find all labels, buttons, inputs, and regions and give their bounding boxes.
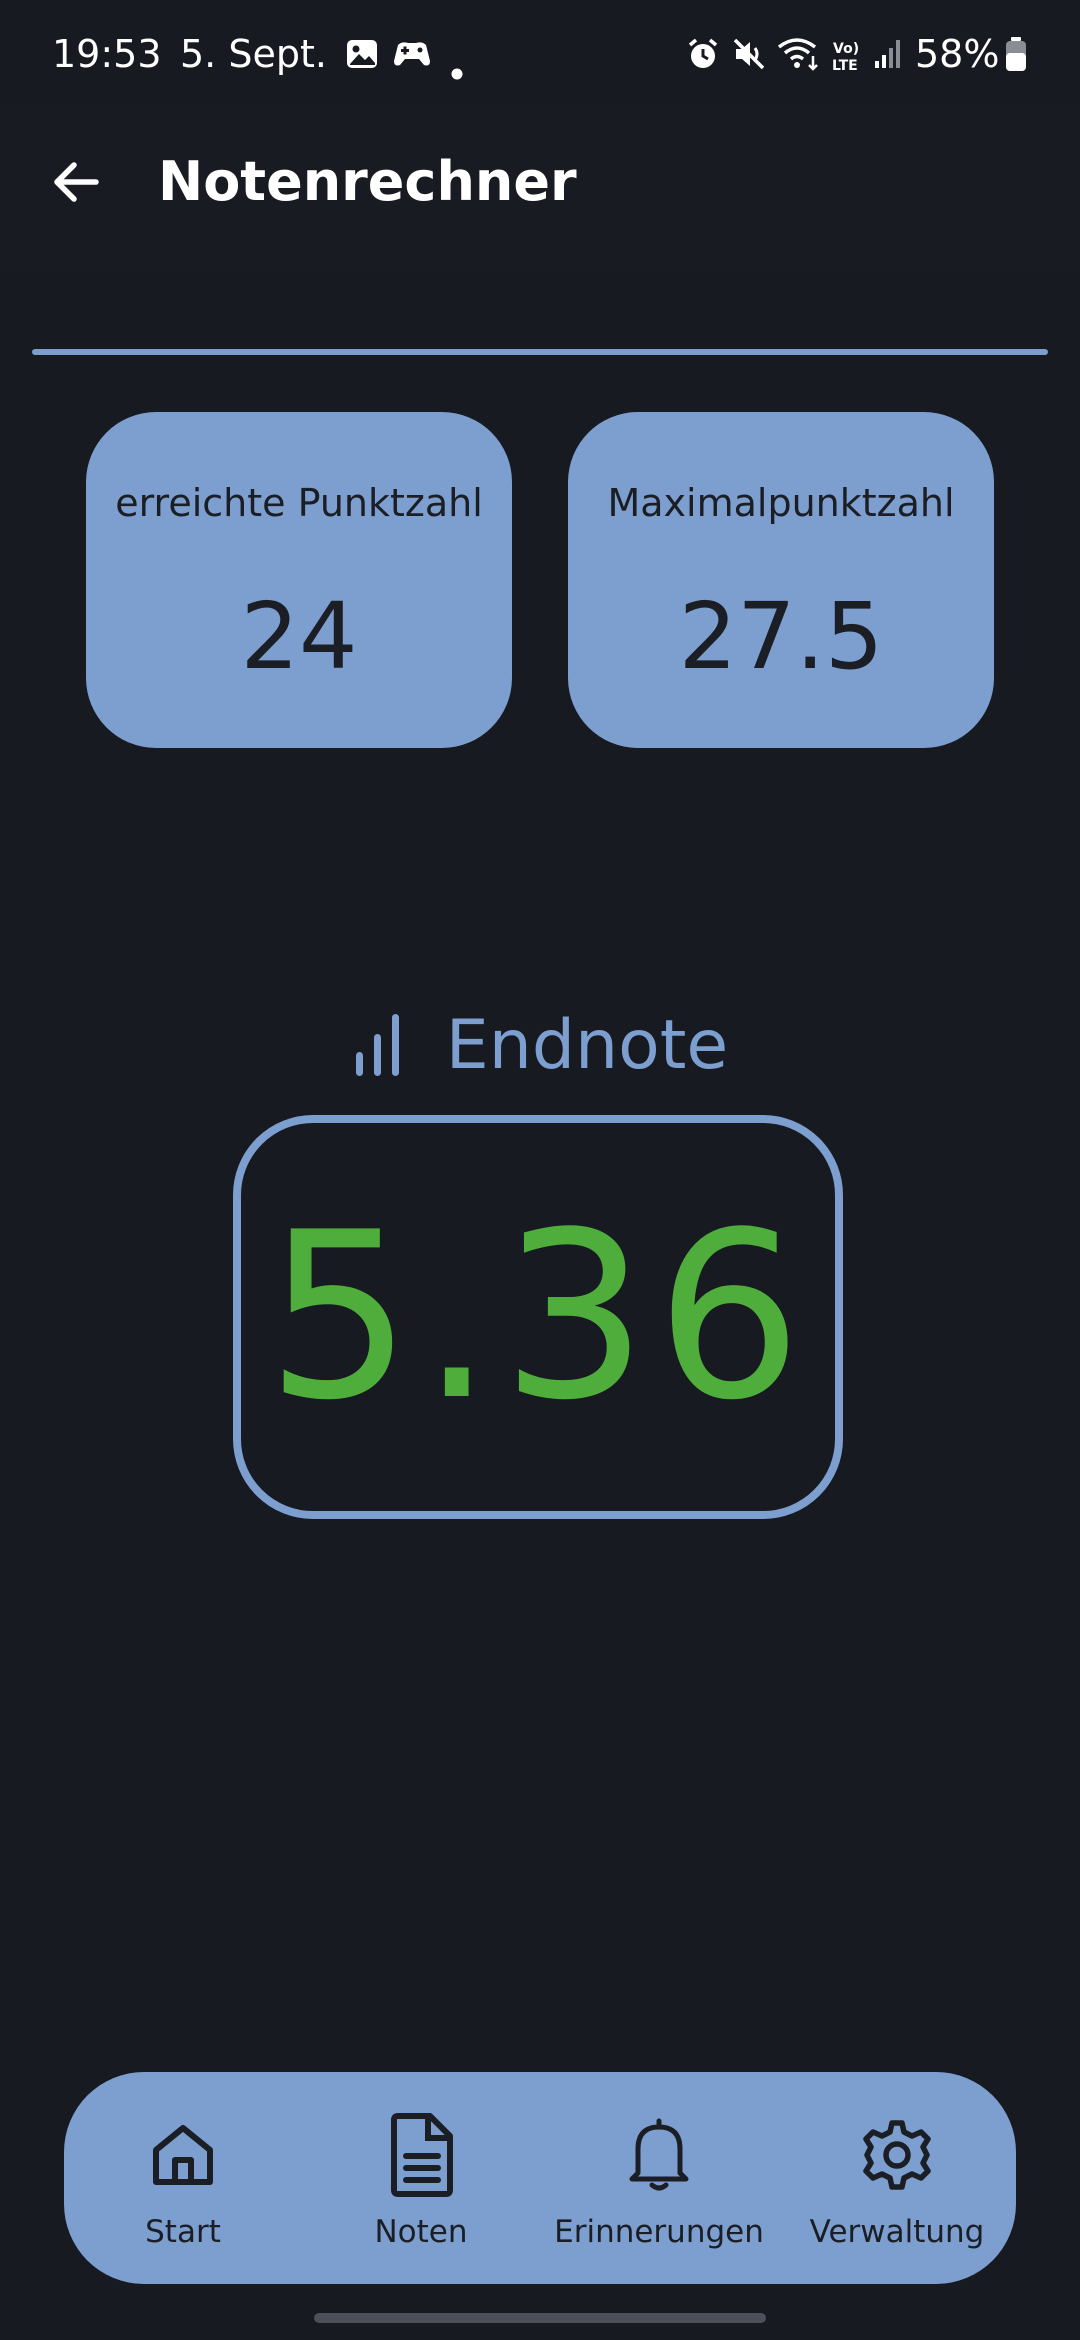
app-bar: Notenrechner (0, 110, 1080, 270)
status-bar: 19:53 5. Sept. Vo) LTE 58% (0, 0, 1080, 110)
dot-icon (450, 46, 464, 90)
divider (32, 349, 1048, 355)
volte-icon: Vo) LTE (830, 38, 866, 82)
page-title: Notenrechner (158, 150, 577, 213)
bell-icon (624, 2112, 694, 2198)
home-indicator[interactable] (314, 2313, 766, 2323)
nav-label-verwaltung: Verwaltung (809, 2214, 985, 2250)
nav-label-erinnerungen: Erinnerungen (554, 2214, 764, 2250)
arrow-left-icon (50, 156, 102, 212)
wifi-icon (776, 36, 822, 81)
battery-icon (1004, 36, 1028, 81)
bar-chart-icon (352, 1012, 404, 1078)
max-points-value: 27.5 (678, 583, 884, 690)
signal-icon (872, 36, 902, 80)
bottom-navigation: Start Noten Erinnerungen Verwaltung (64, 2072, 1016, 2284)
back-button[interactable] (36, 144, 116, 224)
alarm-icon (686, 36, 720, 80)
nav-item-start[interactable]: Start (64, 2072, 302, 2284)
status-time: 19:53 (52, 32, 162, 76)
battery-percentage: 58% (915, 32, 1000, 76)
nav-label-noten: Noten (374, 2214, 468, 2250)
mute-icon (732, 36, 768, 80)
achieved-points-card[interactable]: erreichte Punktzahl 24 (86, 412, 512, 748)
svg-text:Vo): Vo) (833, 41, 859, 57)
final-grade-value: 5.36 (265, 1183, 811, 1451)
svg-text:LTE: LTE (832, 58, 858, 73)
nav-item-noten[interactable]: Noten (302, 2072, 540, 2284)
nav-label-start: Start (145, 2214, 221, 2250)
final-grade-label: Endnote (445, 1005, 729, 1085)
achieved-points-label: erreichte Punktzahl (115, 481, 483, 525)
home-icon (148, 2112, 218, 2198)
nav-item-erinnerungen[interactable]: Erinnerungen (540, 2072, 778, 2284)
max-points-card[interactable]: Maximalpunktzahl 27.5 (568, 412, 994, 748)
final-grade-heading: Endnote (0, 1000, 1080, 1090)
status-date: 5. Sept. (180, 32, 327, 76)
final-grade-box: 5.36 (233, 1115, 843, 1519)
max-points-label: Maximalpunktzahl (607, 481, 955, 525)
gallery-icon (345, 36, 379, 80)
document-icon (386, 2112, 456, 2198)
game-controller-icon (392, 36, 432, 80)
achieved-points-value: 24 (240, 583, 358, 690)
gear-icon (859, 2112, 935, 2198)
nav-item-verwaltung[interactable]: Verwaltung (778, 2072, 1016, 2284)
